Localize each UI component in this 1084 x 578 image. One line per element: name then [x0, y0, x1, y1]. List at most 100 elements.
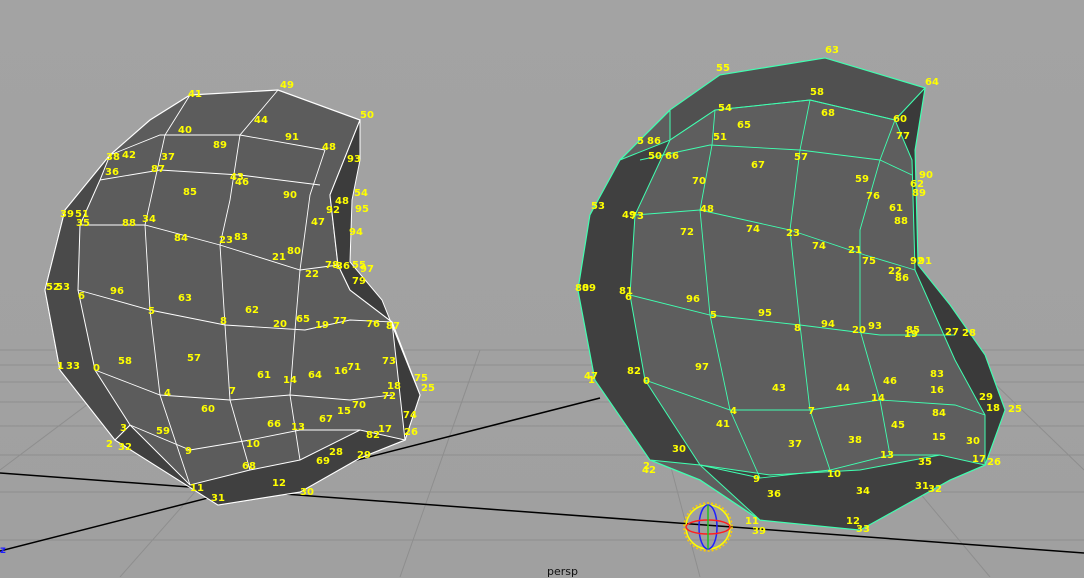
right-mesh-component-label: 64 [925, 77, 939, 88]
left-mesh-component-label: 80 [287, 246, 301, 257]
right-mesh-component-label: 9 [753, 474, 760, 485]
right-mesh-component-label: 63 [825, 45, 839, 56]
left-mesh-component-label: 87 [386, 321, 400, 332]
right-mesh-component-label: 76 [866, 191, 880, 202]
left-mesh-component-label: 66 [267, 419, 281, 430]
left-mesh-component-label: 14 [283, 375, 297, 386]
right-mesh-component-label: 7 [808, 406, 815, 417]
right-mesh-component-label: 30 [966, 436, 980, 447]
left-mesh-component-label: 33 [66, 361, 80, 372]
right-mesh-component-label: 54 [718, 103, 732, 114]
left-mesh-component-label: 31 [211, 493, 225, 504]
right-mesh-component-label: 21 [848, 245, 862, 256]
right-mesh-component-label: 5 [637, 136, 644, 147]
left-mesh-component-label: 28 [329, 447, 343, 458]
right-mesh-component-label: 44 [836, 383, 850, 394]
right-mesh-component-label: 1 [588, 375, 595, 386]
left-mesh-component-label: 30 [300, 487, 314, 498]
left-mesh-component-label: 48 [322, 142, 336, 153]
left-mesh-component-label: 34 [142, 214, 156, 225]
right-mesh-component-label: 68 [821, 108, 835, 119]
left-mesh-component-label: 63 [178, 293, 192, 304]
right-mesh-component-label: 66 [665, 151, 679, 162]
right-mesh-component-label: 25 [1008, 404, 1022, 415]
left-mesh-component-label: 72 [382, 391, 396, 402]
left-mesh-component-label: 39 [60, 209, 74, 220]
right-mesh-component-label: 45 [891, 420, 905, 431]
left-mesh-component-label: 25 [421, 383, 435, 394]
right-mesh-component-label: 96 [686, 294, 700, 305]
left-mesh[interactable] [44, 89, 421, 506]
right-mesh-component-label: 95 [758, 308, 772, 319]
left-mesh-component-label: 11 [190, 483, 204, 494]
right-mesh-component-label: 35 [918, 457, 932, 468]
right-mesh-component-label: 83 [930, 369, 944, 380]
left-mesh-component-label: 8 [220, 316, 227, 327]
right-mesh-component-label: 67 [751, 160, 765, 171]
right-mesh-component-label: 19 [904, 329, 918, 340]
left-mesh-component-label: 83 [234, 232, 248, 243]
right-mesh-component-label: 51 [713, 132, 727, 143]
left-mesh-component-label: 26 [404, 427, 418, 438]
right-mesh-component-label: 94 [821, 319, 835, 330]
left-mesh-component-label: 44 [254, 115, 268, 126]
left-mesh-component-label: 85 [183, 187, 197, 198]
left-mesh-component-label: 42 [122, 150, 136, 161]
right-mesh-component-label: 14 [871, 393, 885, 404]
left-mesh-component-label: 3 [120, 423, 127, 434]
right-mesh-component-label: 16 [930, 385, 944, 396]
right-mesh-component-label: 36 [767, 489, 781, 500]
left-mesh-component-label: 91 [285, 132, 299, 143]
right-mesh-component-label: 39 [752, 526, 766, 537]
left-mesh-component-label: 68 [242, 461, 256, 472]
left-mesh-component-label: 35 [76, 218, 90, 229]
left-mesh-component-label: 1 [57, 361, 64, 372]
left-mesh-component-label: 53 [56, 282, 70, 293]
right-mesh-component-label: 23 [786, 228, 800, 239]
left-mesh-component-label: 62 [245, 305, 259, 316]
left-mesh-component-label: 4 [164, 388, 171, 399]
right-mesh-component-label: 31 [915, 481, 929, 492]
left-mesh-component-label: 87 [151, 164, 165, 175]
right-mesh-component-label: 53 [591, 201, 605, 212]
right-mesh-component-label: 38 [848, 435, 862, 446]
right-mesh-component-label: 61 [889, 203, 903, 214]
left-mesh-component-label: 46 [235, 177, 249, 188]
right-mesh-component-label: 34 [856, 486, 870, 497]
3d-viewport[interactable]: 41 49 40 44 91 50 48 93 38 42 37 89 36 87 43 46 85 90 54 48… [0, 0, 1084, 578]
left-mesh-component-label: 74 [403, 410, 417, 421]
left-mesh-component-label: 88 [122, 218, 136, 229]
right-mesh-component-label: 26 [987, 457, 1001, 468]
left-mesh-component-label: 7 [229, 386, 236, 397]
right-mesh-component-label: 46 [883, 376, 897, 387]
right-mesh-component-label: 58 [810, 87, 824, 98]
right-mesh-component-label: 17 [972, 454, 986, 465]
left-mesh-component-label: 76 [366, 319, 380, 330]
left-mesh-component-label: 59 [156, 426, 170, 437]
right-mesh-component-label: 32 [928, 484, 942, 495]
left-mesh-component-label: 97 [360, 264, 374, 275]
right-mesh-component-label: 57 [794, 152, 808, 163]
left-mesh-component-label: 50 [360, 110, 374, 121]
right-mesh[interactable] [577, 57, 1006, 531]
right-mesh-component-label: 4 [730, 406, 737, 417]
left-mesh-component-label: 93 [347, 154, 361, 165]
right-mesh-component-label: 28 [962, 328, 976, 339]
right-mesh-component-label: 91 [918, 256, 932, 267]
right-mesh-component-label: 89 [912, 188, 926, 199]
left-mesh-component-label: 29 [357, 450, 371, 461]
right-mesh-component-label: 8 [794, 323, 801, 334]
left-mesh-component-label: 38 [106, 152, 120, 163]
left-mesh-component-label: 19 [315, 320, 329, 331]
left-mesh-component-label: 77 [333, 316, 347, 327]
right-mesh-component-label: 77 [896, 131, 910, 142]
left-mesh-component-label: 75 [414, 373, 428, 384]
left-mesh-component-label: 17 [378, 424, 392, 435]
left-mesh-component-label: 12 [272, 478, 286, 489]
right-mesh-component-label: 97 [695, 362, 709, 373]
left-mesh-component-label: 57 [187, 353, 201, 364]
scene-canvas[interactable]: 414940449150489338 42 378936 87434685 90 5448… [0, 0, 1084, 577]
right-mesh-component-label: 70 [692, 176, 706, 187]
left-mesh-component-label: 94 [349, 227, 363, 238]
right-mesh-component-label: 89 [582, 283, 596, 294]
